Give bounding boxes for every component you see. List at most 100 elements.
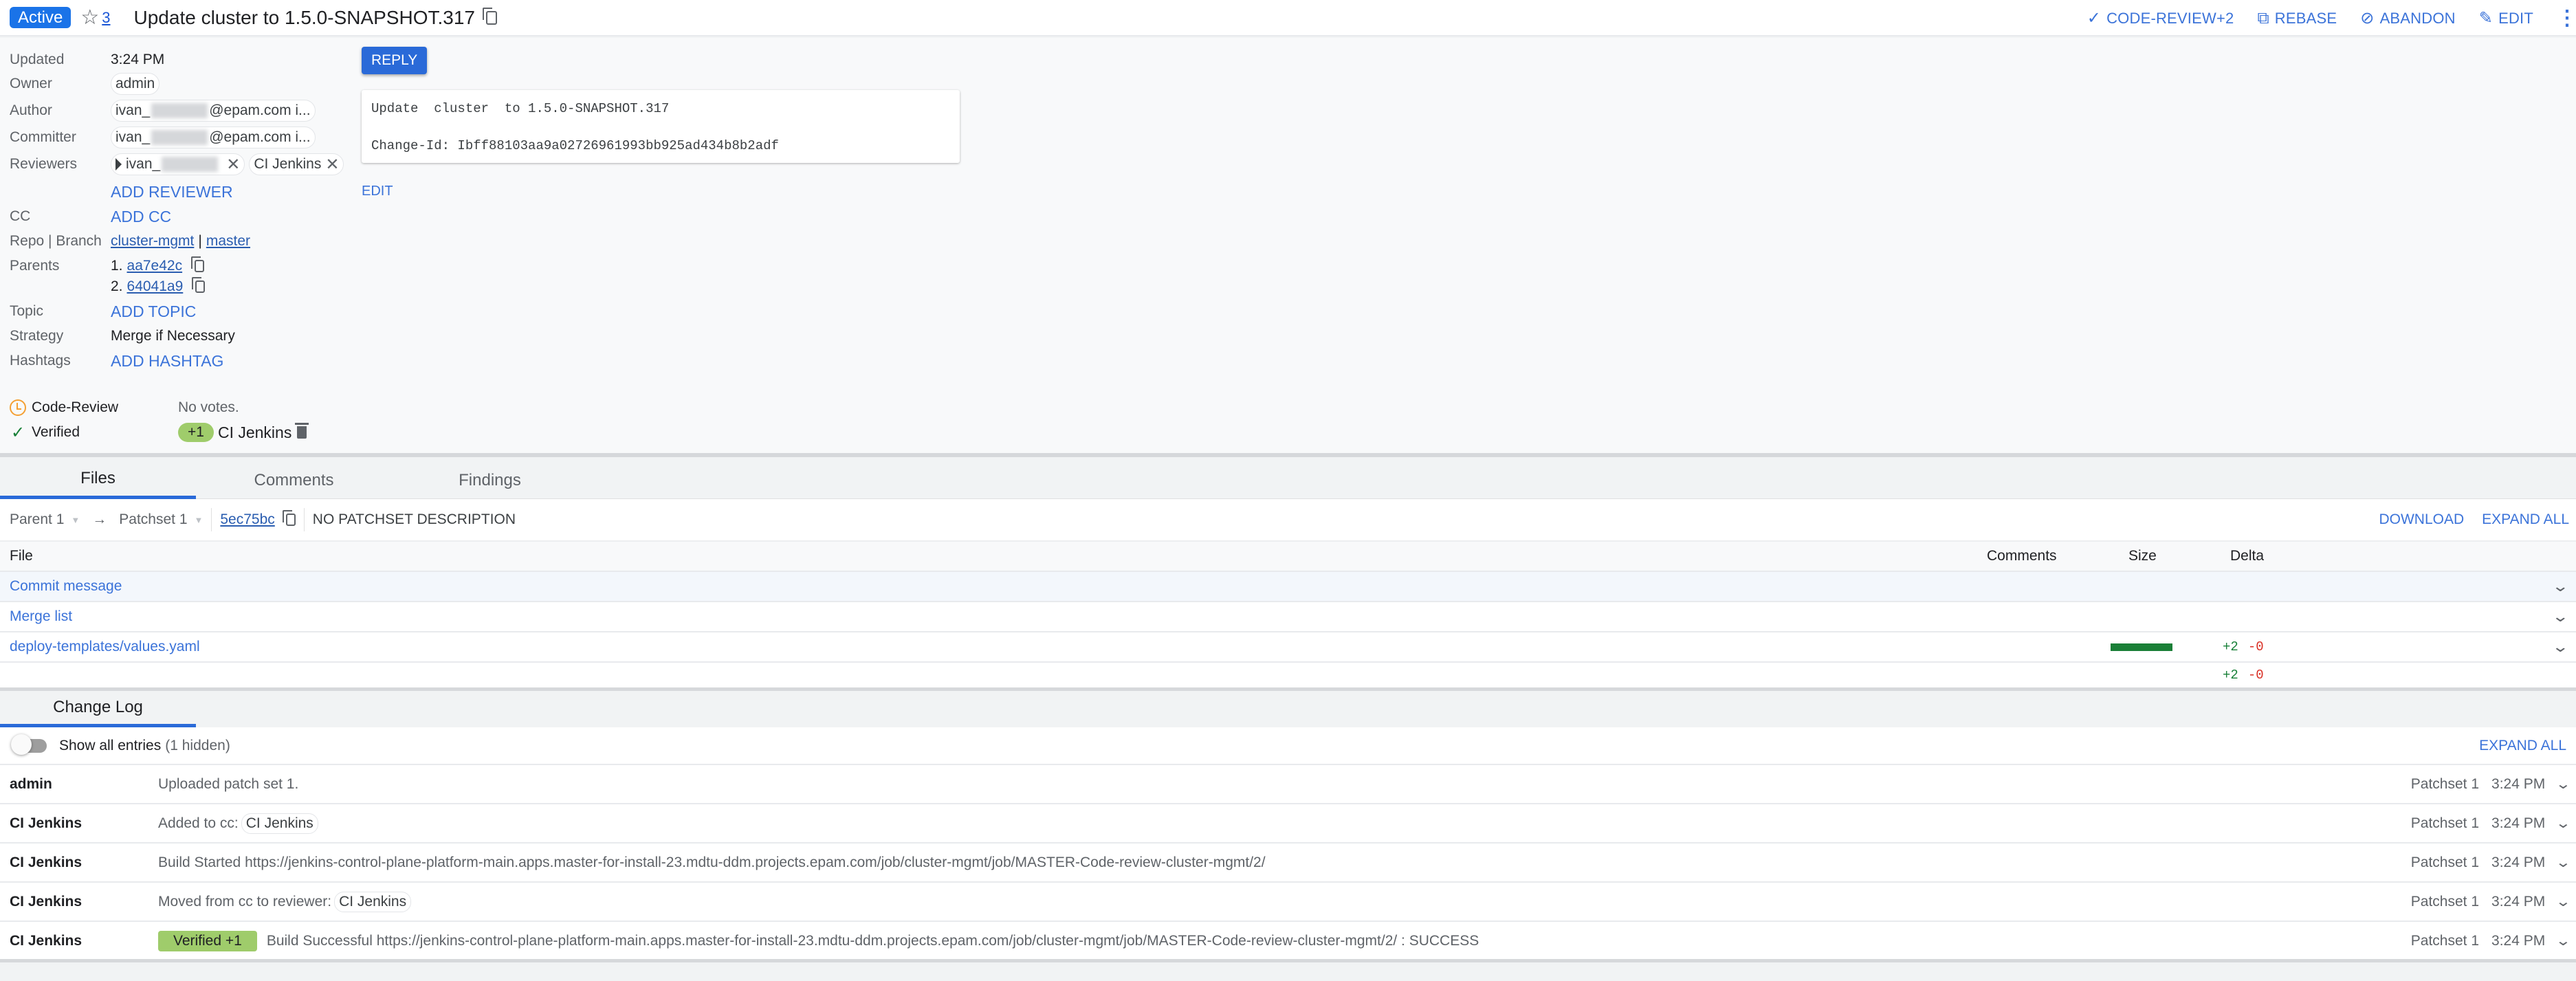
clock-icon (10, 399, 26, 416)
log-entry[interactable]: admin Uploaded patch set 1. Patchset 1 3:24… (0, 765, 2576, 804)
account-chip[interactable]: CI Jenkins (334, 891, 412, 912)
owner-row: Owner admin (10, 71, 160, 96)
label-name: Verified (32, 424, 80, 440)
rebase-button[interactable]: ⧉ REBASE (2257, 9, 2337, 28)
log-author[interactable]: admin (10, 765, 52, 803)
add-cc-button[interactable]: ADD CC (111, 208, 171, 226)
log-author[interactable]: CI Jenkins (10, 804, 82, 842)
log-time: 3:24 PM (2491, 815, 2546, 831)
log-message: Build Successful https://jenkins-control… (266, 932, 1479, 949)
rebase-icon: ⧉ (2257, 8, 2269, 27)
change-metadata: Updated 3:24 PM Owner admin Author ivan_… (0, 38, 2576, 457)
code-review-plus2-button[interactable]: ✓ CODE-REVIEW+2 (2087, 8, 2234, 28)
reviewers-label: Reviewers (10, 156, 78, 172)
repo-link[interactable]: cluster-mgmt (111, 233, 194, 250)
base-patchset-select[interactable]: Parent 1 (10, 511, 64, 528)
add-reviewer-button[interactable]: ADD REVIEWER (111, 183, 233, 201)
expand-all-log-button[interactable]: EXPAND ALL (2479, 738, 2566, 754)
chevron-down-icon[interactable]: ⌄ (2555, 775, 2571, 793)
log-author[interactable]: CI Jenkins (10, 844, 82, 881)
tab-change-log[interactable]: Change Log (0, 691, 196, 727)
file-name-link[interactable]: deploy-templates/values.yaml (10, 632, 200, 661)
topic-label: Topic (10, 303, 44, 319)
download-button[interactable]: DOWNLOAD (2379, 511, 2464, 528)
voter-name: CI Jenkins (217, 423, 292, 441)
chevron-down-icon[interactable]: ⌄ (2555, 893, 2571, 910)
file-row[interactable]: deploy-templates/values.yaml +2 -0 ⌄ (0, 632, 2576, 663)
patchset-description[interactable]: NO PATCHSET DESCRIPTION (313, 511, 516, 528)
show-all-entries-toggle[interactable] (10, 734, 49, 755)
add-hashtag-button[interactable]: ADD HASHTAG (111, 352, 223, 371)
account-chip[interactable]: CI Jenkins (241, 813, 318, 834)
parents-row-2: 2. 64041a9 (10, 274, 206, 299)
tab-findings[interactable]: Findings (392, 461, 588, 499)
redacted-text (162, 157, 219, 172)
check-icon: ✓ (10, 423, 25, 442)
remove-reviewer-icon[interactable]: ✕ (325, 155, 339, 175)
commit-hash-link[interactable]: 5ec75bc (220, 511, 274, 528)
label-row-code-review: Code-Review No votes. (10, 395, 307, 420)
chevron-down-icon[interactable]: ⌄ (2551, 602, 2569, 631)
log-message-container: Added to cc: CI Jenkins (158, 804, 318, 842)
copy-icon[interactable] (482, 7, 497, 25)
target-patchset-select[interactable]: Patchset 1 (119, 511, 187, 528)
tab-files[interactable]: Files (0, 461, 196, 499)
edit-commit-message-button[interactable]: EDIT (362, 184, 393, 199)
updated-value: 3:24 PM (111, 52, 165, 67)
reviewers-list: ivan_ ✕ CI Jenkins ✕ (111, 153, 344, 175)
reviewer-chip[interactable]: CI Jenkins ✕ (249, 153, 344, 175)
add-reviewer-row: ADD REVIEWER (10, 179, 233, 204)
author-prefix: ivan_ (115, 102, 151, 118)
log-message-container: Verified +1 Build Successful https://jenk… (158, 922, 1479, 960)
author-chip[interactable]: ivan_ @epam.com i... (111, 100, 316, 122)
column-comments: Comments (1987, 548, 2057, 564)
trash-icon[interactable] (295, 423, 309, 439)
more-menu-icon[interactable]: ⋮ (2557, 8, 2576, 28)
remove-reviewer-icon[interactable]: ✕ (226, 155, 240, 175)
star-count-link[interactable]: 3 (102, 9, 110, 27)
expand-all-files-button[interactable]: EXPAND ALL (2482, 511, 2569, 528)
edit-button[interactable]: ✎ EDIT (2479, 8, 2533, 28)
copy-icon[interactable] (282, 510, 296, 526)
copy-icon[interactable] (192, 277, 206, 293)
reviewer-name: CI Jenkins (254, 156, 322, 172)
log-patchset: Patchset 1 (2410, 775, 2480, 792)
chevron-down-icon[interactable]: ⌄ (2555, 932, 2571, 949)
parent-index: 2. (111, 278, 123, 294)
log-entry[interactable]: CI Jenkins Build Started https://jenkins-… (0, 844, 2576, 883)
caret-down-icon[interactable]: ▼ (71, 515, 80, 525)
branch-link[interactable]: master (206, 233, 250, 250)
owner-chip[interactable]: admin (111, 73, 160, 95)
chevron-down-icon[interactable]: ⌄ (2555, 815, 2571, 832)
chevron-down-icon[interactable]: ⌄ (2555, 854, 2571, 871)
change-header: Active ☆ 3 Update cluster to 1.5.0-SNAPS… (0, 0, 2576, 36)
caret-down-icon[interactable]: ▼ (195, 515, 203, 525)
file-row[interactable]: Merge list ⌄ (0, 602, 2576, 632)
parent-hash-link[interactable]: aa7e42c (127, 258, 183, 274)
reply-button[interactable]: REPLY (362, 47, 428, 74)
log-time: 3:24 PM (2491, 775, 2546, 792)
show-all-entries-row: Show all entries (1 hidden) EXPAND ALL (0, 727, 2576, 765)
star-icon[interactable]: ☆ (80, 7, 99, 28)
reviewer-chip[interactable]: ivan_ ✕ (111, 153, 245, 175)
log-entry[interactable]: CI Jenkins Moved from cc to reviewer: CI J… (0, 883, 2576, 922)
tab-comments[interactable]: Comments (196, 461, 392, 499)
file-name-link[interactable]: Commit message (10, 572, 122, 601)
change-title: Update cluster to 1.5.0-SNAPSHOT.317 (133, 6, 475, 28)
updated-label: Updated (10, 52, 65, 67)
parent-hash-link[interactable]: 64041a9 (127, 278, 184, 295)
log-author[interactable]: CI Jenkins (10, 922, 82, 960)
file-name-link[interactable]: Merge list (10, 602, 72, 631)
chevron-down-icon[interactable]: ⌄ (2551, 572, 2569, 601)
add-topic-button[interactable]: ADD TOPIC (111, 302, 196, 321)
committer-chip[interactable]: ivan_ @epam.com i... (111, 126, 316, 148)
divider (211, 508, 212, 531)
log-entry[interactable]: CI Jenkins Added to cc: CI Jenkins Patchset… (0, 804, 2576, 844)
chevron-down-icon[interactable]: ⌄ (2551, 632, 2569, 661)
file-row[interactable]: Commit message ⌄ (0, 572, 2576, 602)
log-author[interactable]: CI Jenkins (10, 883, 82, 921)
log-entry[interactable]: CI Jenkins Verified +1 Build Successful ht… (0, 922, 2576, 961)
log-message: Uploaded patch set 1. (158, 775, 299, 792)
copy-icon[interactable] (191, 256, 205, 272)
abandon-button[interactable]: ⊘ ABANDON (2360, 8, 2456, 28)
